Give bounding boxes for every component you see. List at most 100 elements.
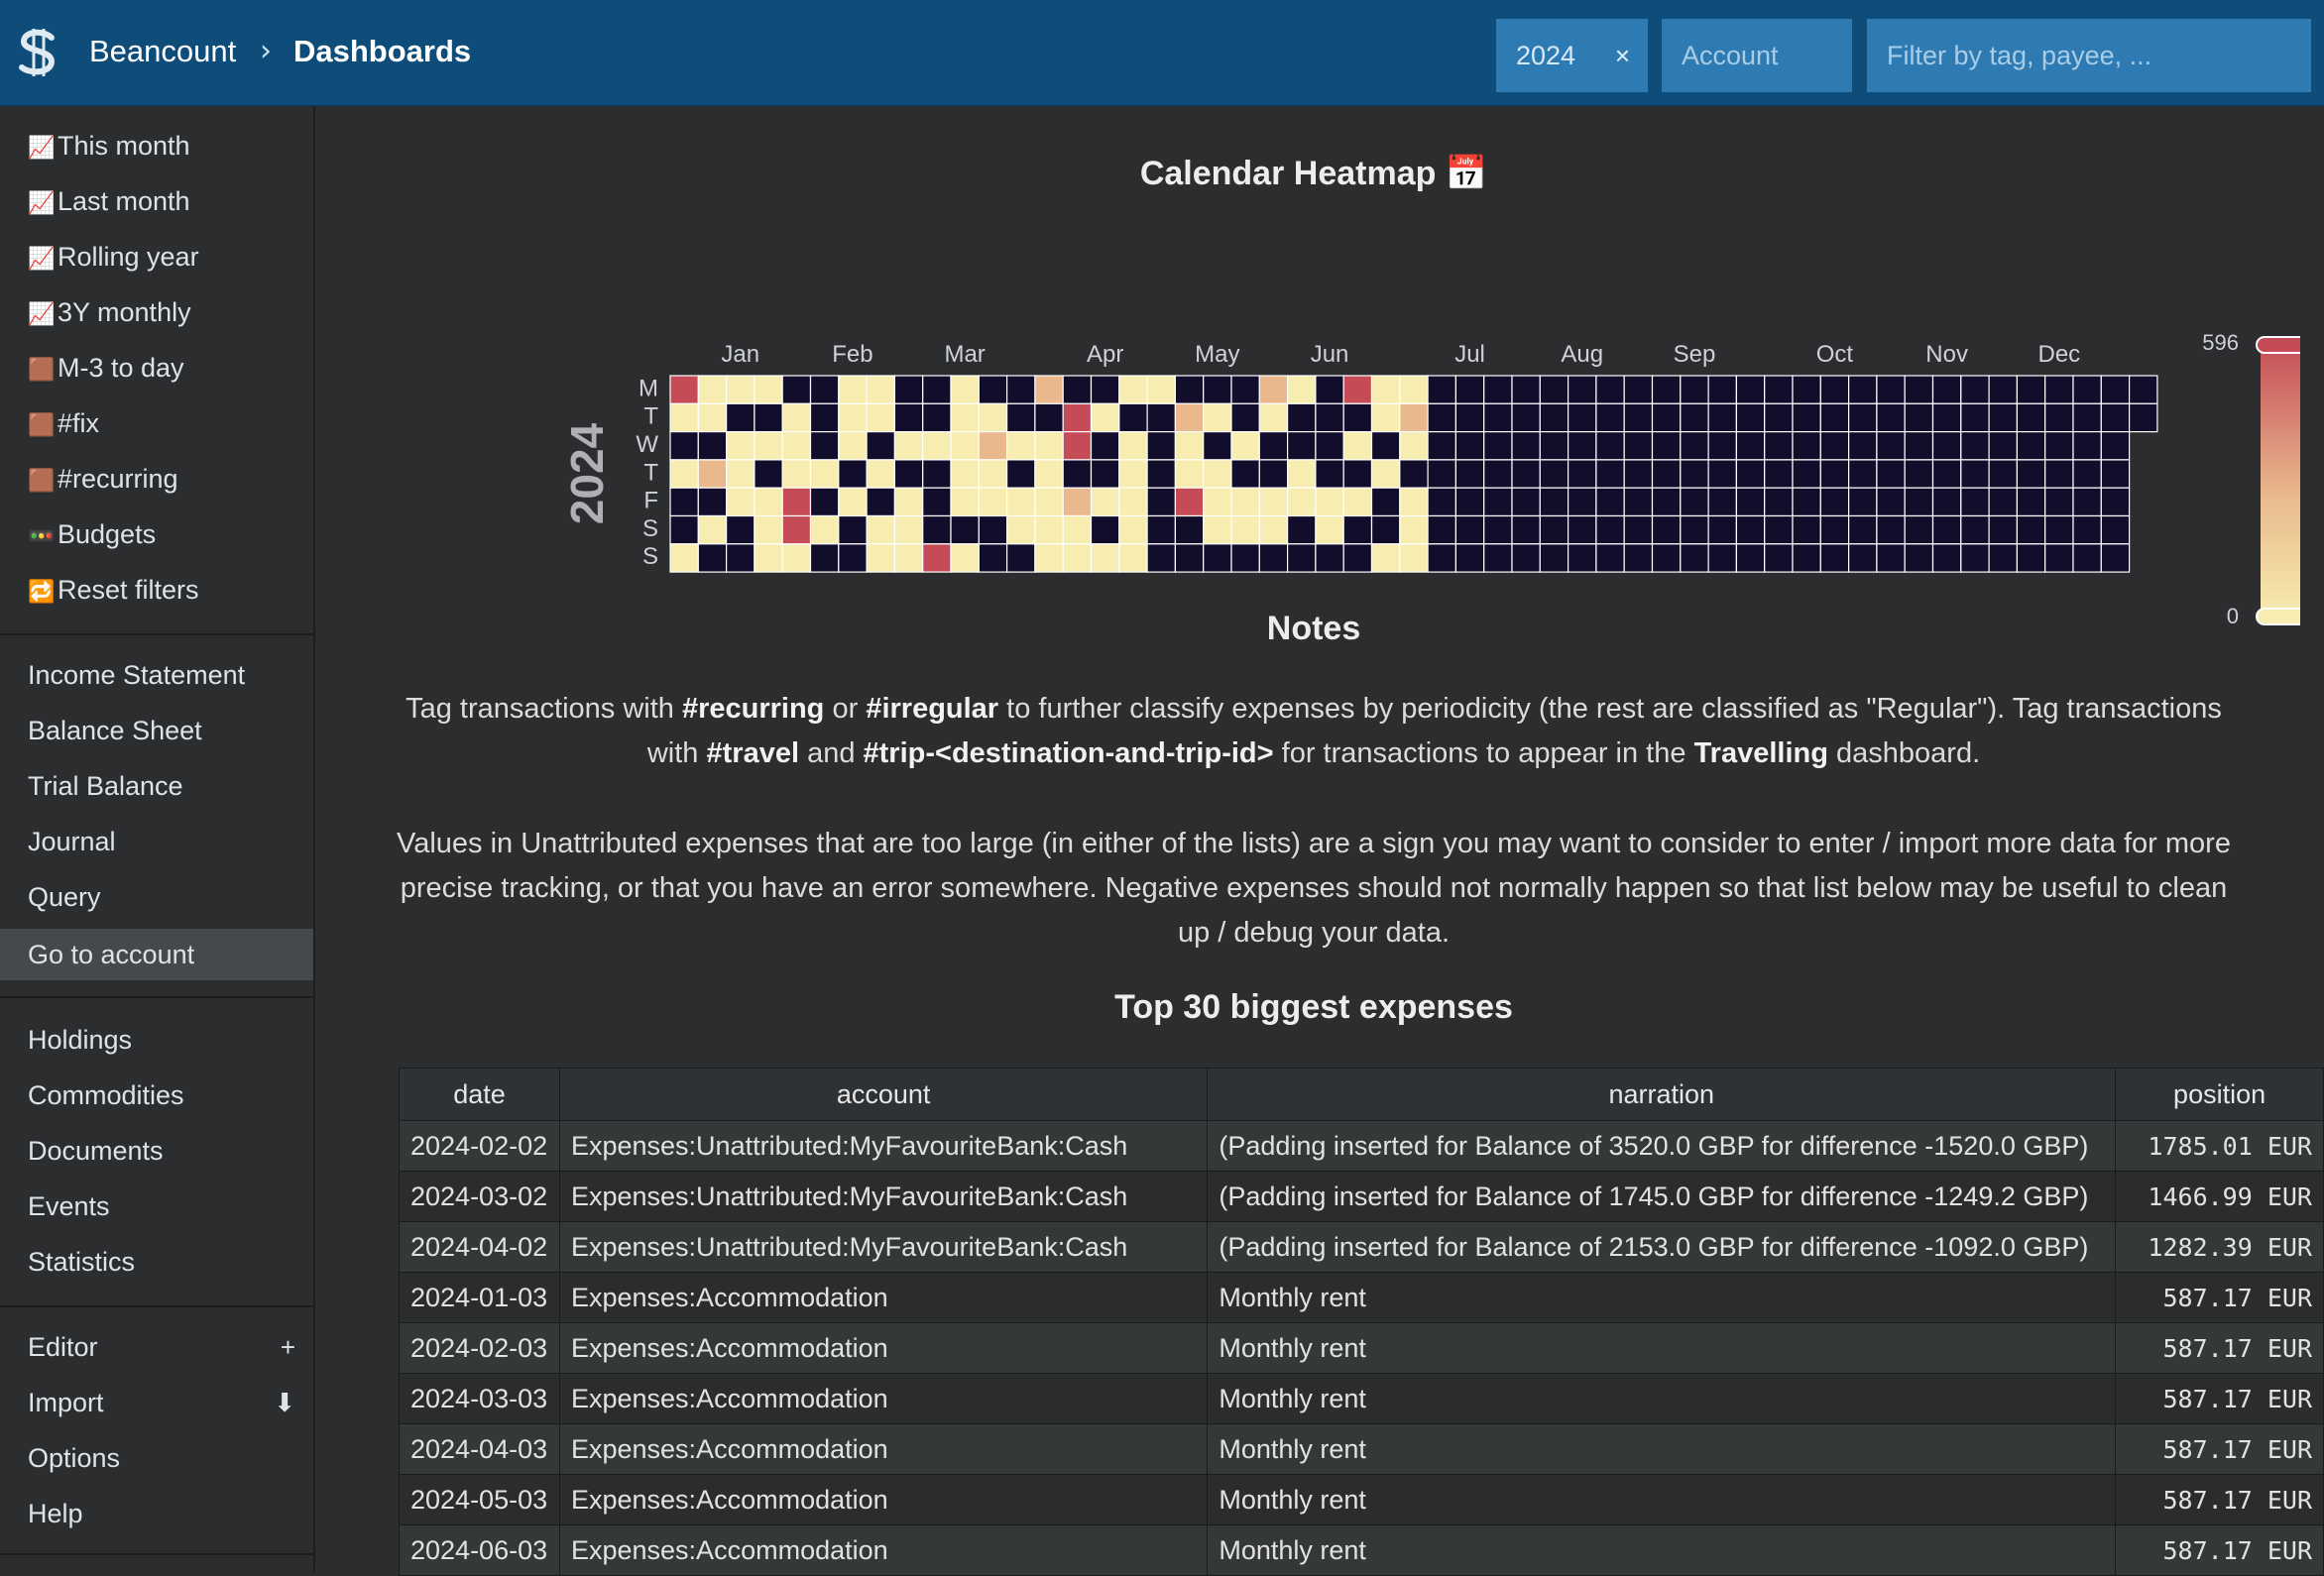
- heatmap-cell[interactable]: [1511, 514, 1541, 545]
- heatmap-cell[interactable]: [1090, 402, 1120, 433]
- column-header-account[interactable]: account: [558, 1068, 1209, 1121]
- heatmap-cell[interactable]: [2016, 431, 2046, 461]
- heatmap-cell[interactable]: [950, 459, 980, 489]
- heatmap-cell[interactable]: [950, 402, 980, 433]
- heatmap-cell[interactable]: [2072, 431, 2102, 461]
- heatmap-cell[interactable]: [1258, 543, 1289, 573]
- heatmap-cell[interactable]: [1931, 402, 1962, 433]
- heatmap-cell[interactable]: [1118, 402, 1148, 433]
- heatmap-cell[interactable]: [1062, 543, 1093, 573]
- heatmap-cell[interactable]: [1595, 514, 1625, 545]
- heatmap-cell[interactable]: [1399, 459, 1429, 489]
- account-filter-input[interactable]: Account: [1662, 19, 1852, 92]
- heatmap-cell[interactable]: [1118, 543, 1148, 573]
- heatmap-cell[interactable]: [697, 431, 728, 461]
- heatmap-cell[interactable]: [754, 459, 783, 489]
- sidebar-item-income-statement[interactable]: Income Statement: [0, 649, 313, 701]
- heatmap-cell[interactable]: [893, 402, 924, 433]
- heatmap-cell[interactable]: [950, 375, 980, 404]
- heatmap-cell[interactable]: [1764, 402, 1794, 433]
- table-row[interactable]: 2024-05-03 Expenses:Accommodation Monthly …: [399, 1474, 2324, 1525]
- heatmap-cell[interactable]: [1399, 431, 1429, 461]
- heatmap-cell[interactable]: [1090, 459, 1120, 489]
- heatmap-cell[interactable]: [1118, 514, 1148, 545]
- table-row[interactable]: 2024-03-03 Expenses:Accommodation Monthly …: [399, 1373, 2324, 1424]
- heatmap-cell[interactable]: [809, 487, 840, 517]
- heatmap-cell[interactable]: [1258, 514, 1289, 545]
- heatmap-cell[interactable]: [1005, 402, 1036, 433]
- heatmap-cell[interactable]: [1370, 543, 1401, 573]
- table-row[interactable]: 2024-01-03 Expenses:Accommodation Monthly …: [399, 1272, 2324, 1323]
- time-filter-value[interactable]: 2024: [1516, 41, 1575, 70]
- heatmap-cell[interactable]: [1904, 543, 1934, 573]
- heatmap-cell[interactable]: [754, 543, 783, 573]
- heatmap-cell[interactable]: [2072, 375, 2102, 404]
- heatmap-cell[interactable]: [1764, 375, 1794, 404]
- heatmap-cell[interactable]: [1680, 514, 1709, 545]
- heatmap-cell[interactable]: [1203, 543, 1232, 573]
- heatmap-cell[interactable]: [669, 402, 699, 433]
- table-row[interactable]: 2024-04-03 Expenses:Accommodation Monthly …: [399, 1423, 2324, 1475]
- heatmap-cell[interactable]: [1005, 543, 1036, 573]
- heatmap-cell[interactable]: [838, 487, 868, 517]
- heatmap-cell[interactable]: [697, 459, 728, 489]
- heatmap-cell[interactable]: [1904, 375, 1934, 404]
- heatmap-cell[interactable]: [1792, 543, 1821, 573]
- heatmap-cell[interactable]: [978, 431, 1008, 461]
- table-row[interactable]: 2024-06-03 Expenses:Accommodation Monthly …: [399, 1524, 2324, 1576]
- heatmap-cell[interactable]: [1118, 459, 1148, 489]
- account-cell[interactable]: Expenses:Accommodation: [558, 1524, 1209, 1576]
- heatmap-cell[interactable]: [866, 431, 896, 461]
- account-cell[interactable]: Expenses:Accommodation: [558, 1272, 1209, 1323]
- heatmap-cell[interactable]: [1595, 543, 1625, 573]
- sidebar-item-go-to-account[interactable]: Go to account: [0, 929, 313, 980]
- heatmap-cell[interactable]: [893, 459, 924, 489]
- heatmap-cell[interactable]: [1847, 375, 1878, 404]
- heatmap-cell[interactable]: [1680, 459, 1709, 489]
- heatmap-cell[interactable]: [1931, 459, 1962, 489]
- sidebar-item-m3-to-day[interactable]: 🟫M-3 to day: [0, 342, 313, 394]
- heatmap-cell[interactable]: [1931, 514, 1962, 545]
- heatmap-cell[interactable]: [1539, 402, 1569, 433]
- heatmap-cell[interactable]: [1483, 431, 1513, 461]
- heatmap-cell[interactable]: [1062, 487, 1093, 517]
- heatmap-cell[interactable]: [1707, 514, 1737, 545]
- heatmap-cell[interactable]: [1062, 431, 1093, 461]
- heatmap-cell[interactable]: [1819, 431, 1850, 461]
- heatmap-cell[interactable]: [1651, 375, 1682, 404]
- heatmap-cell[interactable]: [1539, 543, 1569, 573]
- heatmap-cell[interactable]: [1539, 459, 1569, 489]
- heatmap-cell[interactable]: [1764, 514, 1794, 545]
- heatmap-cell[interactable]: [1567, 375, 1597, 404]
- account-cell[interactable]: Expenses:Accommodation: [558, 1373, 1209, 1424]
- heatmap-cell[interactable]: [1960, 514, 1990, 545]
- heatmap-cell[interactable]: [1454, 487, 1485, 517]
- heatmap-cell[interactable]: [1931, 487, 1962, 517]
- heatmap-cell[interactable]: [1005, 431, 1036, 461]
- sidebar-item-events[interactable]: Events: [0, 1181, 313, 1232]
- heatmap-cell[interactable]: [1034, 514, 1064, 545]
- heatmap-cell[interactable]: [726, 543, 755, 573]
- heatmap-cell[interactable]: [1623, 514, 1654, 545]
- heatmap-cell[interactable]: [838, 514, 868, 545]
- heatmap-cell[interactable]: [1819, 375, 1850, 404]
- heatmap-cell[interactable]: [1146, 459, 1176, 489]
- heatmap-cell[interactable]: [1427, 487, 1456, 517]
- heatmap-cell[interactable]: [1960, 375, 1990, 404]
- heatmap-cell[interactable]: [1680, 487, 1709, 517]
- heatmap-cell[interactable]: [978, 543, 1008, 573]
- account-cell[interactable]: Expenses:Accommodation: [558, 1474, 1209, 1525]
- heatmap-cell[interactable]: [726, 487, 755, 517]
- heatmap-cell[interactable]: [1034, 431, 1064, 461]
- heatmap-cell[interactable]: [809, 431, 840, 461]
- heatmap-cell[interactable]: [669, 431, 699, 461]
- heatmap-cell[interactable]: [2072, 402, 2102, 433]
- heatmap-cell[interactable]: [1370, 375, 1401, 404]
- heatmap-cell[interactable]: [669, 375, 699, 404]
- heatmap-cell[interactable]: [1764, 487, 1794, 517]
- heatmap-cell[interactable]: [1034, 543, 1064, 573]
- heatmap-cell[interactable]: [950, 487, 980, 517]
- heatmap-cell[interactable]: [1315, 402, 1344, 433]
- heatmap-cell[interactable]: [2100, 514, 2131, 545]
- heatmap-cell[interactable]: [1454, 431, 1485, 461]
